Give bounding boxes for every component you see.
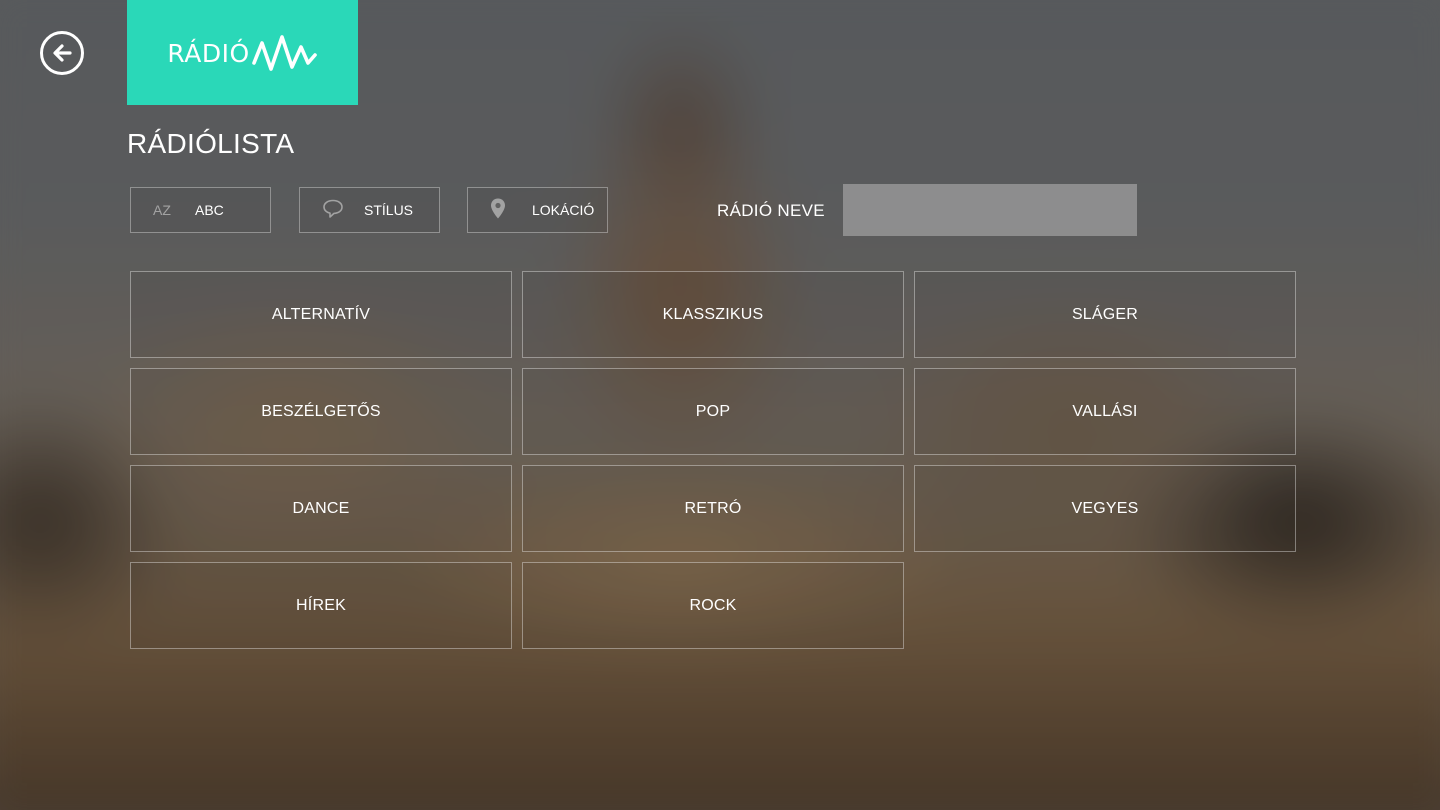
radio-name-label: RÁDIÓ NEVE: [717, 201, 825, 220]
genre-label: DANCE: [292, 499, 350, 517]
sort-abc-button[interactable]: AZ ABC: [130, 187, 271, 233]
radio-name-search-input[interactable]: [843, 184, 1137, 236]
genre-label: BESZÉLGETŐS: [261, 402, 381, 420]
sort-abc-label: ABC: [195, 202, 224, 218]
genre-label: SLÁGER: [1071, 305, 1139, 323]
genre-tile-slager[interactable]: SLÁGER: [914, 271, 1296, 358]
location-pin-icon: [490, 198, 506, 223]
genre-label: HÍREK: [296, 596, 346, 614]
filter-style-label: STÍLUS: [364, 202, 414, 218]
genre-tile-retro[interactable]: RETRÓ: [522, 465, 904, 552]
filter-style-button[interactable]: STÍLUS: [299, 187, 440, 233]
genre-label: KLASSZIKUS: [662, 305, 764, 323]
app-window: RÁDIÓ RÁDIÓLISTA AZ ABC STÍLUS LOKÁCIÓ R…: [0, 0, 1440, 810]
waveform-logo-icon: [251, 34, 317, 71]
genre-label: ROCK: [689, 596, 737, 614]
filter-location-label: LOKÁCIÓ: [532, 202, 595, 218]
arrow-left-icon: [53, 44, 72, 62]
speech-bubble-icon: [322, 199, 344, 222]
genre-tile-vallasi[interactable]: VALLÁSI: [914, 368, 1296, 455]
genre-tile-pop[interactable]: POP: [522, 368, 904, 455]
genre-label: POP: [695, 402, 731, 420]
genre-label: ALTERNATÍV: [271, 305, 371, 323]
genre-tile-klasszikus[interactable]: KLASSZIKUS: [522, 271, 904, 358]
genre-tile-dance[interactable]: DANCE: [130, 465, 512, 552]
page-title: RÁDIÓLISTA: [127, 128, 295, 159]
genre-tile-rock[interactable]: ROCK: [522, 562, 904, 649]
back-button[interactable]: [40, 31, 84, 75]
genre-tile-vegyes[interactable]: VEGYES: [914, 465, 1296, 552]
genre-tile-beszelgetos[interactable]: BESZÉLGETŐS: [130, 368, 512, 455]
genre-label: VEGYES: [1071, 499, 1139, 517]
genre-label: VALLÁSI: [1072, 402, 1138, 420]
az-sort-icon: AZ: [153, 202, 171, 218]
genre-tile-hirek[interactable]: HÍREK: [130, 562, 512, 649]
logo-text: RÁDIÓ: [167, 39, 250, 68]
genre-tile-alternativ[interactable]: ALTERNATÍV: [130, 271, 512, 358]
genre-label: RETRÓ: [684, 499, 742, 517]
filter-location-button[interactable]: LOKÁCIÓ: [467, 187, 608, 233]
app-logo: RÁDIÓ: [127, 0, 358, 105]
